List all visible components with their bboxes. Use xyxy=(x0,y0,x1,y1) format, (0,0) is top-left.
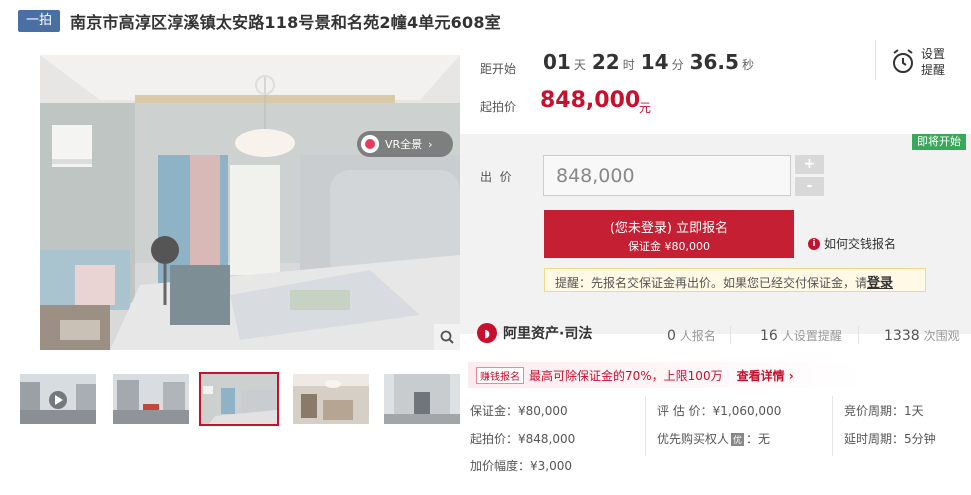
vr-icon xyxy=(361,135,379,153)
how-to-pay-label: 如何交钱报名 xyxy=(824,237,897,251)
zoom-button[interactable] xyxy=(434,324,460,350)
auction-round-tag: 一拍 xyxy=(18,10,61,32)
status-badge: 即将开始 xyxy=(912,134,966,150)
vr-label: VR全景 xyxy=(385,138,423,151)
increase-bid-button[interactable]: + xyxy=(795,155,824,174)
bedroom-photo xyxy=(40,55,460,350)
stat-registrations: 0 人报名 xyxy=(667,327,716,344)
countdown-timer: 01 天 22 时 14 分 36.5 秒 xyxy=(543,50,760,74)
thumbnail-living-room[interactable] xyxy=(293,374,369,424)
info-deposit: 保证金：¥80,000 xyxy=(470,404,568,418)
countdown-section: 距开始 01 天 22 时 14 分 36.5 秒 起拍价 848,000 元 … xyxy=(460,36,971,134)
notice-text: 提醒：先报名交保证金再出价。如果您已经交付保证金，请 xyxy=(555,276,868,290)
info-appraisal: 评 估 价：¥1,060,000 xyxy=(657,404,782,418)
stat-count: 16 xyxy=(760,328,778,344)
divider xyxy=(875,40,876,80)
bid-amount-input[interactable] xyxy=(543,155,791,196)
promo-tag: 赚钱报名 xyxy=(476,366,524,384)
countdown-days: 01 xyxy=(543,50,571,74)
chevron-right-icon: › xyxy=(788,368,794,383)
info-increment: 加价幅度：¥3,000 xyxy=(470,459,572,473)
thumbnail-video[interactable] xyxy=(20,374,96,424)
reminder-line-2: 提醒 xyxy=(921,63,946,77)
info-icon: i xyxy=(808,237,820,250)
divider xyxy=(645,396,646,456)
living-room-thumb xyxy=(293,374,369,424)
divider xyxy=(858,326,859,344)
promo-text: 最高可除保证金的70%，上限100万 xyxy=(529,368,723,383)
info-delay: 延时周期：5分钟 xyxy=(844,432,936,446)
stat-label: 人设置提醒 xyxy=(781,329,842,343)
divider xyxy=(832,396,833,456)
promo-banner: 赚钱报名 最高可除保证金的70%，上限100万 查看详情 › xyxy=(468,362,962,388)
info-start-price: 起拍价：¥848,000 xyxy=(470,432,576,446)
bid-section: 即将开始 出 价 + - (您未登录) 立即报名 保证金 ¥80,000 i 如… xyxy=(460,134,971,334)
stat-label: 次围观 xyxy=(923,329,960,343)
countdown-hours: 22 xyxy=(591,50,620,74)
vr-panorama-button[interactable]: VR全景 › xyxy=(357,131,453,157)
stat-count: 0 xyxy=(667,328,676,344)
register-button-label: (您未登录) 立即报名 xyxy=(609,221,729,236)
auction-panel: 距开始 01 天 22 时 14 分 36.5 秒 起拍价 848,000 元 … xyxy=(460,36,971,495)
login-link[interactable]: 登录 xyxy=(867,276,893,291)
register-button[interactable]: (您未登录) 立即报名 保证金 ¥80,000 xyxy=(544,210,794,258)
countdown-seconds: 36.5 xyxy=(689,50,739,74)
thumbnail-street[interactable] xyxy=(113,374,189,424)
alarm-clock-icon xyxy=(893,49,913,73)
zoom-icon xyxy=(440,330,454,344)
thumbnail-building[interactable] xyxy=(384,374,460,424)
set-reminder-button[interactable]: 设置 提醒 xyxy=(891,44,955,80)
countdown-days-unit: 天 xyxy=(573,58,586,72)
page-title: 南京市高淳区淳溪镇太安路118号景和名苑2幢4单元608室 xyxy=(70,13,501,32)
countdown-label: 距开始 xyxy=(480,62,517,76)
thumbnail-bedroom[interactable] xyxy=(199,372,279,426)
priority-label: 优先购买权人 xyxy=(657,432,730,446)
start-price-unit: 元 xyxy=(639,101,652,115)
set-reminder-label: 设置 提醒 xyxy=(921,46,945,78)
login-notice: 提醒：先报名交保证金再出价。如果您已经交付保证金，请登录 xyxy=(544,268,926,292)
priority-value: ：无 xyxy=(746,432,771,446)
stat-views: 1338 次围观 xyxy=(884,327,960,344)
view-details-label: 查看详情 xyxy=(736,368,785,383)
decrease-bid-button[interactable]: - xyxy=(795,177,824,196)
brand-name: 阿里资产·司法 xyxy=(503,326,593,342)
thumbnail-strip xyxy=(20,372,460,428)
street-photo-2 xyxy=(113,374,189,424)
how-to-pay-link[interactable]: i 如何交钱报名 xyxy=(808,235,896,252)
stat-count: 1338 xyxy=(884,328,920,344)
main-photo[interactable]: VR全景 › xyxy=(40,55,460,350)
register-deposit-label: 保证金 ¥80,000 xyxy=(628,240,710,253)
view-details-link[interactable]: 查看详情 › xyxy=(737,367,794,384)
building-thumb xyxy=(384,374,460,424)
countdown-hours-unit: 时 xyxy=(622,58,635,72)
bid-label: 出 价 xyxy=(480,170,512,184)
brand: ◗ 阿里资产·司法 xyxy=(477,323,592,343)
priority-badge: 优 xyxy=(731,433,745,446)
reminder-line-1: 设置 xyxy=(921,47,946,61)
ali-assets-logo-icon: ◗ xyxy=(477,323,497,343)
start-price-value: 848,000 xyxy=(540,88,641,113)
bedroom-thumb xyxy=(201,374,277,424)
countdown-minutes-unit: 分 xyxy=(671,58,684,72)
stat-label: 人报名 xyxy=(679,329,716,343)
divider xyxy=(730,326,731,344)
street-photo xyxy=(20,374,96,424)
stat-reminders: 16 人设置提醒 xyxy=(760,327,842,344)
countdown-minutes: 14 xyxy=(640,50,669,74)
start-price-label: 起拍价 xyxy=(480,100,517,114)
countdown-seconds-unit: 秒 xyxy=(741,58,754,72)
info-period: 竞价周期：1天 xyxy=(844,404,924,418)
title-bar: 一拍 南京市高淳区淳溪镇太安路118号景和名苑2幢4单元608室 xyxy=(18,9,501,33)
chevron-right-icon: › xyxy=(428,137,433,151)
info-priority: 优先购买权人优：无 xyxy=(657,430,770,447)
